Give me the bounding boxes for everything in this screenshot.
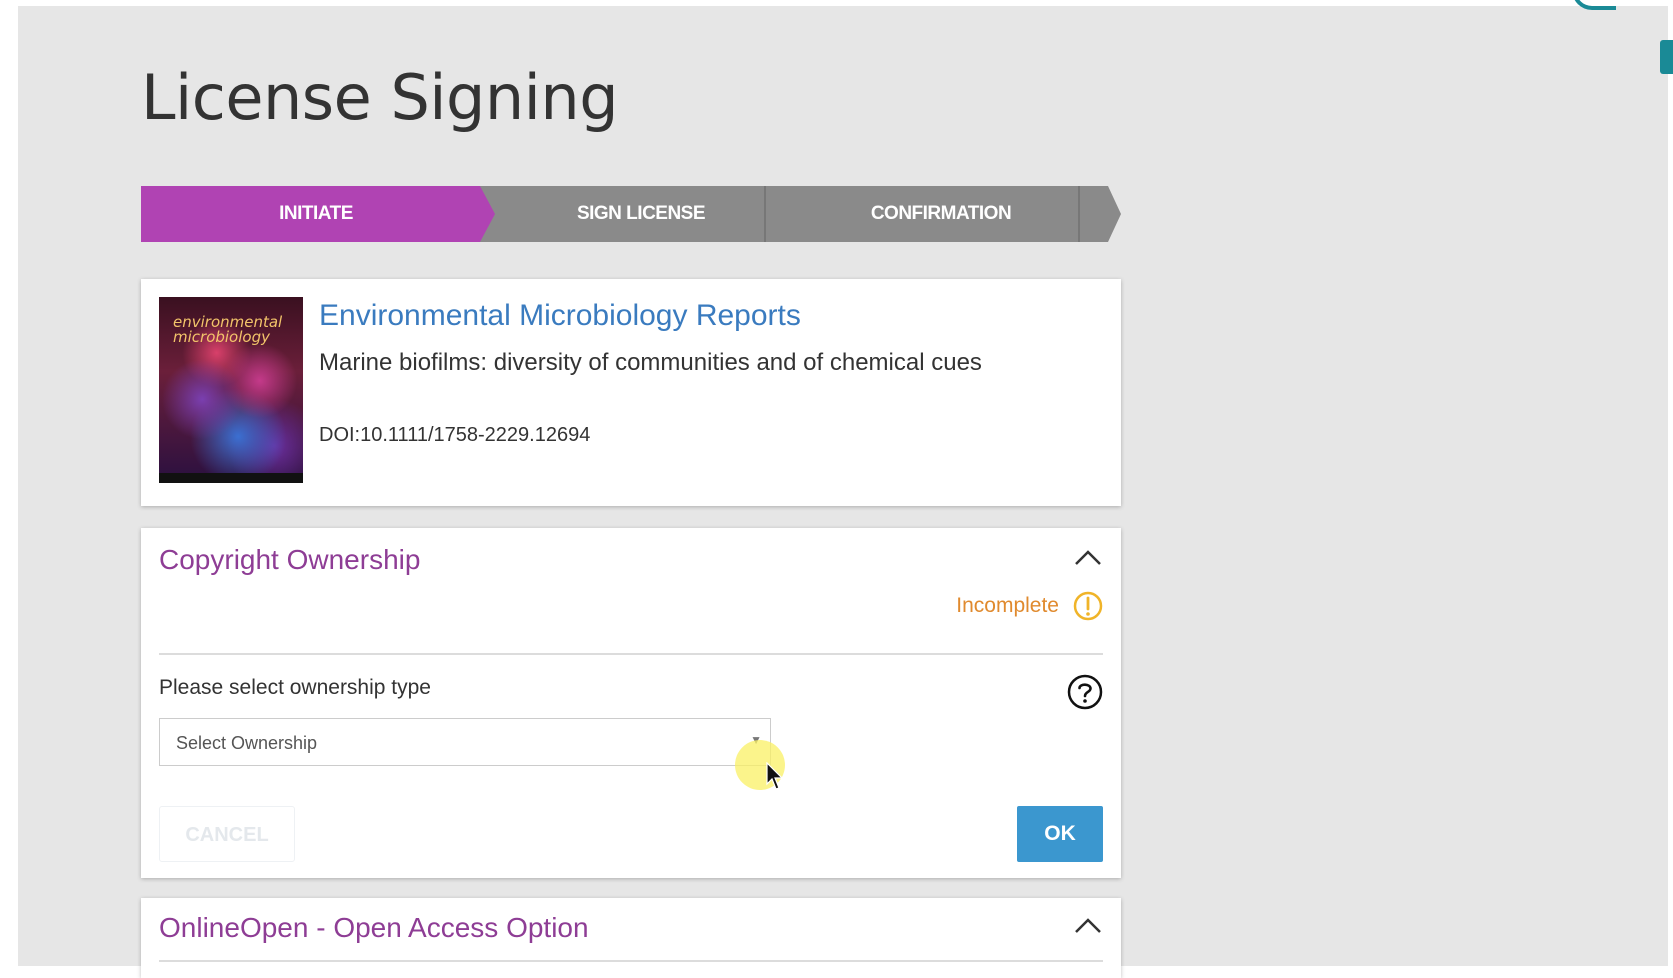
article-card: environmental microbiology Environmental…	[141, 279, 1121, 506]
section-divider	[159, 960, 1103, 962]
progress-stepper: INITIATE SIGN LICENSE CONFIRMATION	[141, 186, 1121, 242]
ok-button[interactable]: OK	[1017, 806, 1103, 862]
article-doi: DOI:10.1111/1758-2229.12694	[319, 424, 591, 446]
open-access-card: OnlineOpen - Open Access Option	[141, 898, 1121, 978]
step-confirmation[interactable]: CONFIRMATION	[791, 186, 1091, 242]
step-sign-license[interactable]: SIGN LICENSE	[491, 186, 791, 242]
chevron-up-icon[interactable]	[1071, 544, 1105, 572]
section-divider	[159, 653, 1103, 655]
ownership-select-value: Select Ownership	[176, 733, 318, 753]
section-title-open-access[interactable]: OnlineOpen - Open Access Option	[159, 912, 589, 944]
app-frame: License Signing INITIATE SIGN LICENSE CO…	[18, 6, 1668, 978]
cancel-button[interactable]: CANCEL	[159, 806, 295, 862]
section-title-copyright[interactable]: Copyright Ownership	[159, 544, 420, 576]
journal-title[interactable]: Environmental Microbiology Reports	[319, 299, 801, 333]
cover-footer	[159, 473, 303, 483]
side-tab-decoration	[1660, 40, 1673, 74]
cover-title: environmental microbiology	[173, 313, 283, 346]
journal-cover-image: environmental microbiology	[159, 297, 303, 483]
article-title: Marine biofilms: diversity of communitie…	[319, 349, 982, 376]
ownership-select[interactable]: Select Ownership ▼	[159, 718, 771, 766]
exclamation-circle-icon	[1073, 591, 1103, 621]
question-circle-icon[interactable]	[1066, 673, 1104, 711]
ownership-type-label: Please select ownership type	[159, 676, 431, 699]
status-incomplete: Incomplete	[956, 594, 1059, 617]
page-title: License Signing	[141, 61, 619, 134]
mouse-pointer-icon	[766, 762, 784, 790]
copyright-ownership-card: Copyright Ownership Incomplete Please se…	[141, 528, 1121, 878]
step-initiate[interactable]: INITIATE	[141, 186, 491, 242]
chevron-up-icon[interactable]	[1071, 912, 1105, 940]
